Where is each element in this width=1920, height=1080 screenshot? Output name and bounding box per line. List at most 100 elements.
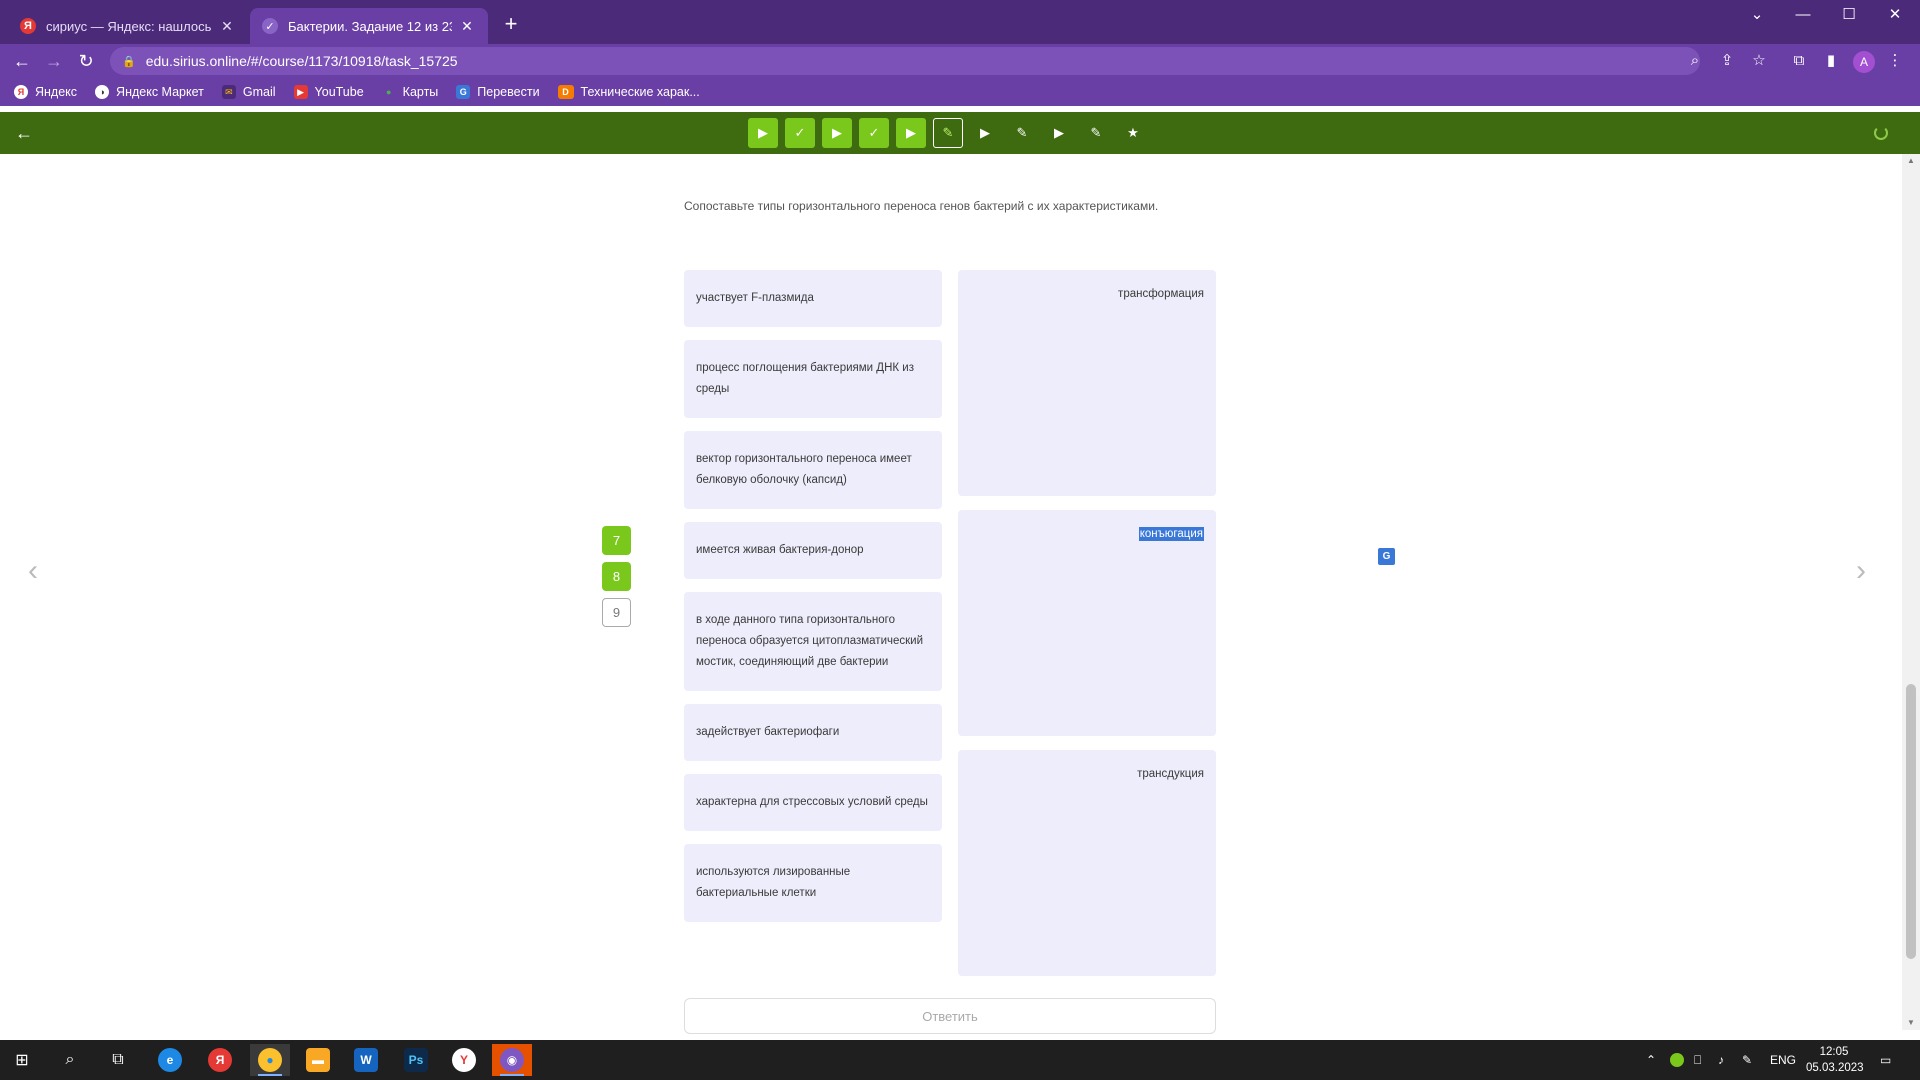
tray-app-icon[interactable] — [1670, 1040, 1684, 1080]
drag-card[interactable]: в ходе данного типа горизонтального пере… — [684, 592, 942, 691]
photoshop-icon[interactable]: Ps — [396, 1044, 436, 1076]
translate-icon: G — [456, 85, 471, 99]
market-icon: ◑ — [95, 85, 110, 99]
pencil-icon: ✎ — [1090, 125, 1102, 140]
drag-card[interactable]: вектор горизонтального переноса имеет бе… — [684, 431, 942, 509]
edge-icon[interactable]: e — [150, 1044, 190, 1076]
bookmark-youtube[interactable]: ▶ YouTube — [293, 85, 364, 99]
bookmark-translate[interactable]: G Перевести — [456, 85, 540, 99]
file-explorer-icon[interactable]: ▬ — [298, 1044, 338, 1076]
task-view-icon[interactable]: ⧉ — [98, 1044, 138, 1076]
drop-zone-transformation[interactable]: трансформация — [958, 270, 1216, 496]
drag-card[interactable]: характерна для стрессовых условий среды — [684, 774, 942, 831]
scroll-down-icon[interactable]: ▼ — [1906, 1018, 1916, 1027]
bookmark-yandex-market[interactable]: ◑ Яндекс Маркет — [95, 85, 204, 99]
new-tab-button[interactable]: + — [498, 12, 524, 38]
drop-zone-label: трансформация — [1118, 288, 1204, 300]
chrome-icon[interactable]: ● — [250, 1044, 290, 1076]
close-tab-icon[interactable]: ✕ — [218, 18, 236, 35]
bookmark-star-icon[interactable]: ☆ — [1748, 50, 1770, 72]
back-button[interactable]: ← — [10, 49, 34, 73]
address-bar[interactable]: 🔒 edu.sirius.online/#/course/1173/10918/… — [110, 47, 1700, 75]
menu-kebab-icon[interactable]: ⋮ — [1884, 50, 1906, 72]
network-icon[interactable]: ⎕ — [1694, 1040, 1701, 1080]
drag-card[interactable]: задействует бактериофаги — [684, 704, 942, 761]
step-4-button[interactable]: ✓ — [859, 118, 889, 148]
clock-time: 12:05 — [1819, 1046, 1849, 1058]
question-number-7[interactable]: 7 — [602, 526, 631, 555]
maximize-button[interactable]: ☐ — [1826, 0, 1872, 30]
windows-start-icon[interactable]: ⊞ — [2, 1044, 42, 1076]
word-icon[interactable]: W — [346, 1044, 386, 1076]
discord-like-app-icon[interactable]: ◉ — [492, 1044, 532, 1076]
zoom-icon[interactable]: ⌕ — [1684, 50, 1706, 72]
drag-card[interactable]: используются лизированные бактериальные … — [684, 844, 942, 922]
reload-button[interactable]: ↻ — [74, 49, 98, 73]
notifications-icon[interactable]: ▭ — [1880, 1040, 1891, 1080]
question-number-column: 7 8 9 — [602, 526, 631, 627]
dns-icon: D — [557, 85, 574, 99]
drop-zone-label: конъюгация — [1138, 527, 1204, 541]
step-10-button[interactable]: ✎ — [1081, 118, 1111, 148]
tab-sirius-task[interactable]: ✓ Бактерии. Задание 12 из 23 — С ✕ — [250, 8, 488, 44]
sirius-favicon-icon: ✓ — [262, 18, 278, 34]
step-11-button[interactable]: ★ — [1118, 118, 1148, 148]
close-window-button[interactable]: ✕ — [1872, 0, 1918, 30]
scrollbar-thumb[interactable] — [1906, 684, 1916, 959]
next-task-arrow-icon[interactable]: › — [1856, 554, 1866, 588]
play-icon: ▶ — [1054, 125, 1064, 140]
step-7-button[interactable]: ▶ — [970, 118, 1000, 148]
yandex-app-icon[interactable]: Y — [444, 1044, 484, 1076]
translate-popup-icon[interactable]: G — [1378, 548, 1395, 565]
pen-icon[interactable]: ✎ — [1742, 1040, 1752, 1080]
step-2-button[interactable]: ✓ — [785, 118, 815, 148]
minimize-button[interactable]: — — [1780, 0, 1826, 30]
bookmarks-bar: Я Яндекс ◑ Яндекс Маркет ✉ Gmail ▶ YouTu… — [0, 78, 1920, 106]
drag-card[interactable]: процесс поглощения бактериями ДНК из сре… — [684, 340, 942, 418]
step-3-button[interactable]: ▶ — [822, 118, 852, 148]
extensions-icon[interactable]: ⧉ — [1788, 50, 1810, 72]
bookmark-dns[interactable]: D Технические харак... — [557, 85, 700, 99]
bookmark-maps[interactable]: ● Карты — [382, 85, 438, 99]
drop-zones-column: трансформация конъюгация трансдукция — [958, 270, 1216, 990]
step-5-button[interactable]: ▶ — [896, 118, 926, 148]
tab-yandex-search[interactable]: Я сириус — Яндекс: нашлось 2 м ✕ — [8, 8, 248, 44]
scroll-up-icon[interactable]: ▲ — [1906, 156, 1916, 165]
step-6-button[interactable]: ✎ — [933, 118, 963, 148]
language-indicator[interactable]: ENG — [1770, 1040, 1796, 1080]
prev-task-arrow-icon[interactable]: ‹ — [28, 554, 38, 588]
search-icon[interactable]: ⌕ — [50, 1044, 90, 1076]
drop-zone-label: трансдукция — [1137, 768, 1204, 780]
yandex-browser-icon[interactable]: Я — [200, 1044, 240, 1076]
bookmark-yandex[interactable]: Я Яндекс — [14, 85, 77, 99]
question-number-9[interactable]: 9 — [602, 598, 631, 627]
lock-icon: 🔒 — [122, 55, 136, 68]
page-scrollbar[interactable]: ▲ ▼ — [1902, 154, 1920, 1030]
course-back-arrow-icon[interactable]: ← — [12, 121, 36, 145]
question-number-8[interactable]: 8 — [602, 562, 631, 591]
profile-avatar[interactable]: A — [1853, 51, 1875, 73]
browser-tab-strip: Я сириус — Яндекс: нашлось 2 м ✕ ✓ Бакте… — [0, 0, 1920, 44]
maps-pin-icon: ● — [385, 87, 392, 97]
close-tab-icon[interactable]: ✕ — [458, 18, 476, 35]
tray-chevron-icon[interactable]: ⌃ — [1646, 1040, 1656, 1080]
drag-card[interactable]: имеется живая бактерия-донор — [684, 522, 942, 579]
step-1-button[interactable]: ▶ — [748, 118, 778, 148]
volume-icon[interactable]: ♪ — [1718, 1040, 1724, 1080]
browser-toolbar: ← → ↻ 🔒 edu.sirius.online/#/course/1173/… — [0, 44, 1920, 78]
share-icon[interactable]: ⇪ — [1716, 50, 1738, 72]
side-panel-icon[interactable]: ▮ — [1820, 50, 1842, 72]
drag-card[interactable]: участвует F-плазмида — [684, 270, 942, 327]
forward-button[interactable]: → — [42, 49, 66, 73]
star-icon: ★ — [1127, 125, 1139, 140]
step-9-button[interactable]: ▶ — [1044, 118, 1074, 148]
bookmark-gmail[interactable]: ✉ Gmail — [221, 85, 276, 99]
drop-zone-transduction[interactable]: трансдукция — [958, 750, 1216, 976]
tab-search-chevron-icon[interactable]: ⌄ — [1734, 0, 1780, 30]
drop-zone-conjugation[interactable]: конъюгация — [958, 510, 1216, 736]
step-8-button[interactable]: ✎ — [1007, 118, 1037, 148]
task-page: Сопоставьте типы горизонтального перенос… — [0, 154, 1902, 1030]
system-clock[interactable]: 12:05 05.03.2023 — [1806, 1044, 1864, 1076]
answer-button[interactable]: Ответить — [684, 998, 1216, 1034]
windows-taskbar: ⊞ ⌕ ⧉ e Я ● ▬ W Ps Y ◉ ⌃ ⎕ ♪ ✎ ENG 12:05… — [0, 1040, 1920, 1080]
